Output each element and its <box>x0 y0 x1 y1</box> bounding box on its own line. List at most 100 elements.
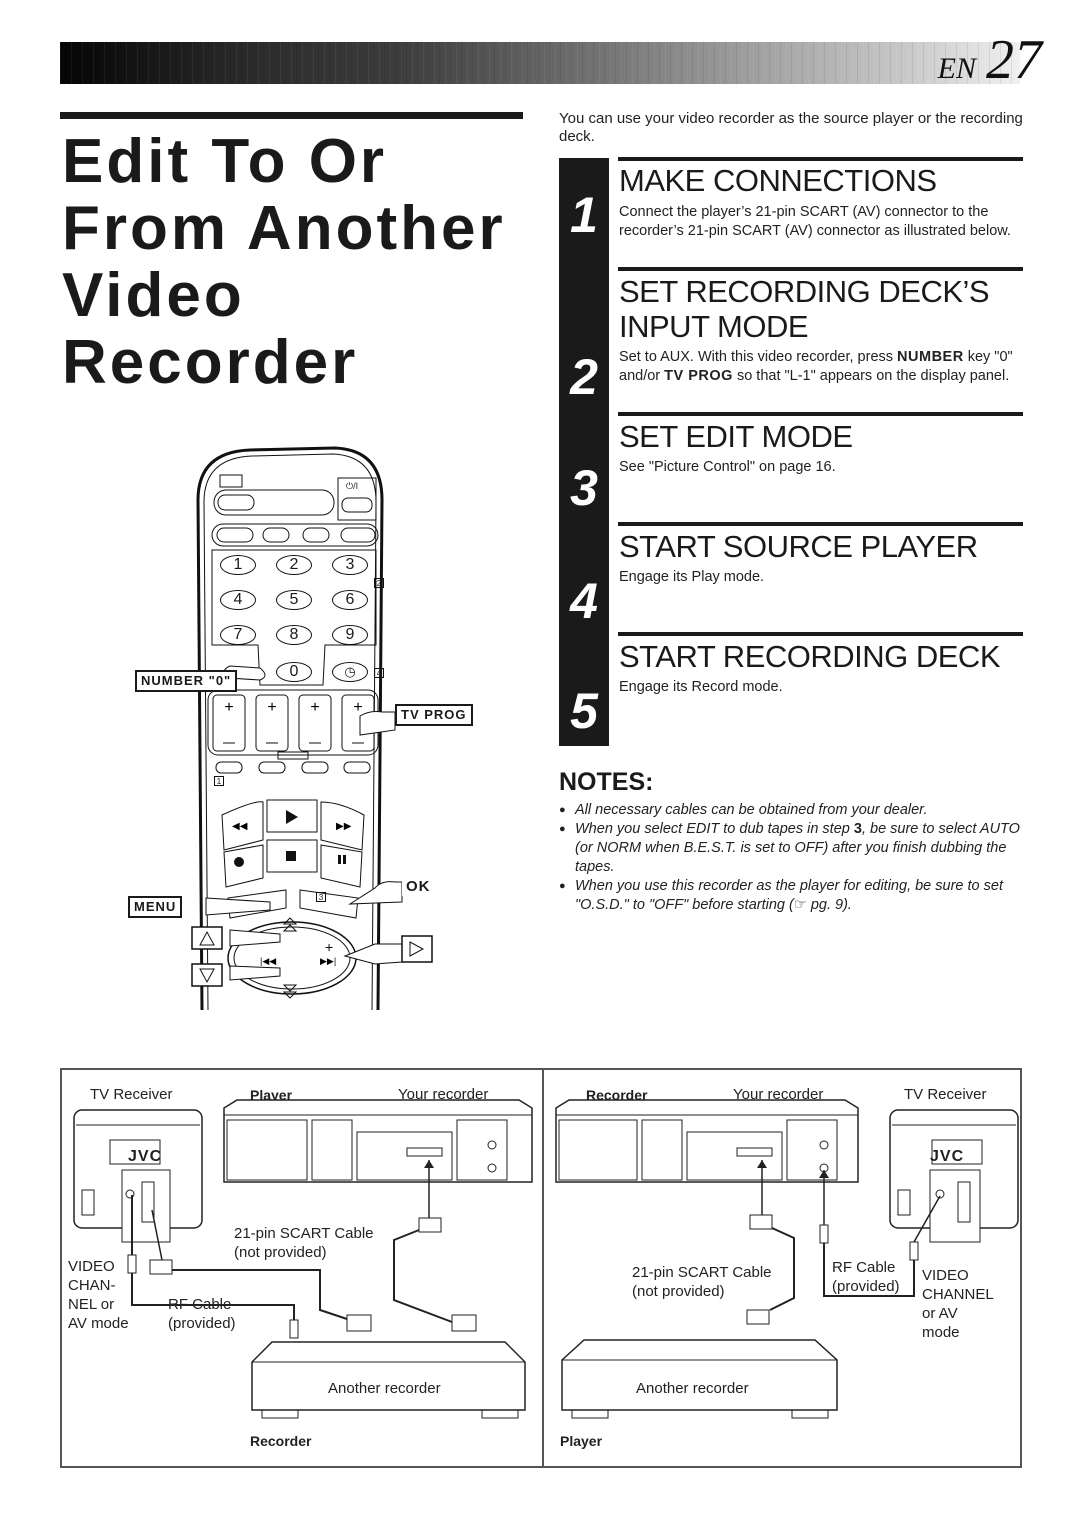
intro-text: You can use your video recorder as the s… <box>559 110 1023 145</box>
left-tv-brand: JVC <box>128 1148 163 1165</box>
step-heading-2: SET RECORDING DECK’S INPUT MODE <box>619 274 1029 344</box>
right-another-recorder: Another recorder <box>636 1380 749 1397</box>
remote-control-illustration: + + + + ◀◀ ▶▶ + |◀◀ ▶▶| 1 2 3 4 5 6 7 8 … <box>120 440 520 1020</box>
step-rule-3 <box>618 412 1023 416</box>
note-text: When you select EDIT to dub tapes in ste… <box>575 821 854 837</box>
step-heading-5: START RECORDING DECK <box>619 639 1001 674</box>
step-body-2-post: so that "L-1" appears on the display pan… <box>732 368 1010 384</box>
left-rf-cable-line1: RF Cable <box>168 1296 232 1313</box>
language-label: EN <box>937 52 976 85</box>
step-rule-5 <box>618 632 1023 636</box>
notes-title: NOTES: <box>559 768 654 796</box>
step-number-4: 4 <box>570 573 598 629</box>
step-rule-4 <box>618 522 1023 526</box>
svg-text:+: + <box>267 699 276 716</box>
key-9: 9 <box>332 625 368 645</box>
key-6: 6 <box>332 590 368 610</box>
step-number-1: 1 <box>570 187 598 243</box>
key-8: 8 <box>276 625 312 645</box>
tv-prog-key-ref: TV PROG <box>664 368 733 384</box>
right-rf-cable-line2: (provided) <box>832 1278 900 1295</box>
note-text: When you use this recorder as the player… <box>575 878 1003 913</box>
video-channel-line: CHANNEL <box>922 1286 994 1303</box>
step-heading-1: MAKE CONNECTIONS <box>619 163 937 198</box>
note-text: All necessary cables can be obtained fro… <box>575 802 928 818</box>
callout-number-0: NUMBER "0" <box>135 670 238 692</box>
video-channel-line: mode <box>922 1324 960 1341</box>
video-channel-line: VIDEO <box>922 1267 969 1284</box>
left-bottom-role: Recorder <box>250 1433 312 1449</box>
step-body-2-pre: Set to AUX. With this video recorder, pr… <box>619 349 898 365</box>
key-4: 4 <box>220 590 256 610</box>
step-heading-2-line1: SET RECORDING DECK’S <box>619 274 990 309</box>
callout-tv-prog: TV PROG <box>395 704 473 726</box>
right-bottom-role: Player <box>560 1433 603 1449</box>
title-rule <box>60 112 523 119</box>
left-diagram-drawing <box>73 1099 533 1419</box>
video-channel-line: VIDEO <box>68 1258 115 1275</box>
svg-text:▶▶: ▶▶ <box>336 821 352 832</box>
step-rule-1 <box>618 157 1023 161</box>
svg-text:|◀◀: |◀◀ <box>260 956 276 966</box>
right-scart-cable-line2: (not provided) <box>632 1283 725 1300</box>
step-heading-2-line2: INPUT MODE <box>619 309 809 344</box>
callout-ok: OK <box>402 878 435 896</box>
notes-list: All necessary cables can be obtained fro… <box>559 801 1029 915</box>
timer-key: ◷ <box>332 662 368 682</box>
svg-text:+: + <box>353 699 362 716</box>
svg-text:+: + <box>325 939 333 955</box>
right-video-channel: VIDEO CHANNEL or AV mode <box>922 1266 994 1342</box>
left-rf-cable-line2: (provided) <box>168 1315 236 1332</box>
title-line: Edit To Or <box>62 127 388 196</box>
callout-menu: MENU <box>128 896 183 918</box>
step-body-4: Engage its Play mode. <box>619 569 765 585</box>
left-video-channel: VIDEO CHAN- NEL or AV mode <box>68 1257 129 1333</box>
svg-text:+: + <box>224 699 233 716</box>
note-text: pg. 9). <box>806 897 852 913</box>
note-item: When you use this recorder as the player… <box>559 877 1029 915</box>
title-line: Recorder <box>62 328 359 397</box>
step-number-bar <box>559 158 609 746</box>
step-body-2: Set to AUX. With this video recorder, pr… <box>619 348 1019 386</box>
svg-text:+: + <box>310 699 319 716</box>
title-line: From Another <box>62 194 506 263</box>
key-1: 1 <box>220 555 256 575</box>
step-body-5: Engage its Record mode. <box>619 679 783 695</box>
page-title: Edit To Or From Another Video Recorder <box>62 128 532 396</box>
badge-4: 4 <box>374 668 384 678</box>
connection-diagram: TV Receiver Player Your recorder JVC 21-… <box>60 1068 1022 1468</box>
number-key-ref: NUMBER <box>897 349 964 365</box>
step-heading-3: SET EDIT MODE <box>619 419 853 454</box>
badge-3: 3 <box>316 892 326 902</box>
key-3: 3 <box>332 555 368 575</box>
video-channel-line: NEL or <box>68 1296 115 1313</box>
note-item: All necessary cables can be obtained fro… <box>559 801 1029 820</box>
svg-text:◀◀: ◀◀ <box>232 821 248 832</box>
right-rf-cable-line1: RF Cable <box>832 1259 896 1276</box>
step-number-5: 5 <box>570 683 598 739</box>
step-body-1: Connect the player’s 21-pin SCART (AV) c… <box>619 204 1011 239</box>
video-channel-line: CHAN- <box>68 1277 116 1294</box>
key-0: 0 <box>276 662 312 682</box>
left-another-recorder: Another recorder <box>328 1380 441 1397</box>
svg-text:▶▶|: ▶▶| <box>320 956 336 966</box>
step-ref: 3 <box>853 821 862 837</box>
key-5: 5 <box>276 590 312 610</box>
step-body-3: See "Picture Control" on page 16. <box>619 459 836 475</box>
page-number: EN 27 <box>938 32 1042 88</box>
remote-body: + + + + ◀◀ ▶▶ + |◀◀ ▶▶| <box>191 446 433 1011</box>
key-7: 7 <box>220 625 256 645</box>
step-heading-4: START SOURCE PLAYER <box>619 529 978 564</box>
title-line: Video <box>62 261 245 330</box>
left-scart-cable-line2: (not provided) <box>234 1244 327 1261</box>
badge-1: 1 <box>214 776 224 786</box>
page-number-value: 27 <box>986 29 1042 91</box>
right-tv-brand: JVC <box>930 1148 965 1165</box>
key-2: 2 <box>276 555 312 575</box>
badge-2: 2 <box>374 578 384 588</box>
power-label: ⏻/I <box>346 481 359 491</box>
note-item: When you select EDIT to dub tapes in ste… <box>559 820 1029 877</box>
video-channel-line: AV mode <box>68 1315 129 1332</box>
header-texture <box>60 42 1020 84</box>
video-channel-line: or AV <box>922 1305 958 1322</box>
